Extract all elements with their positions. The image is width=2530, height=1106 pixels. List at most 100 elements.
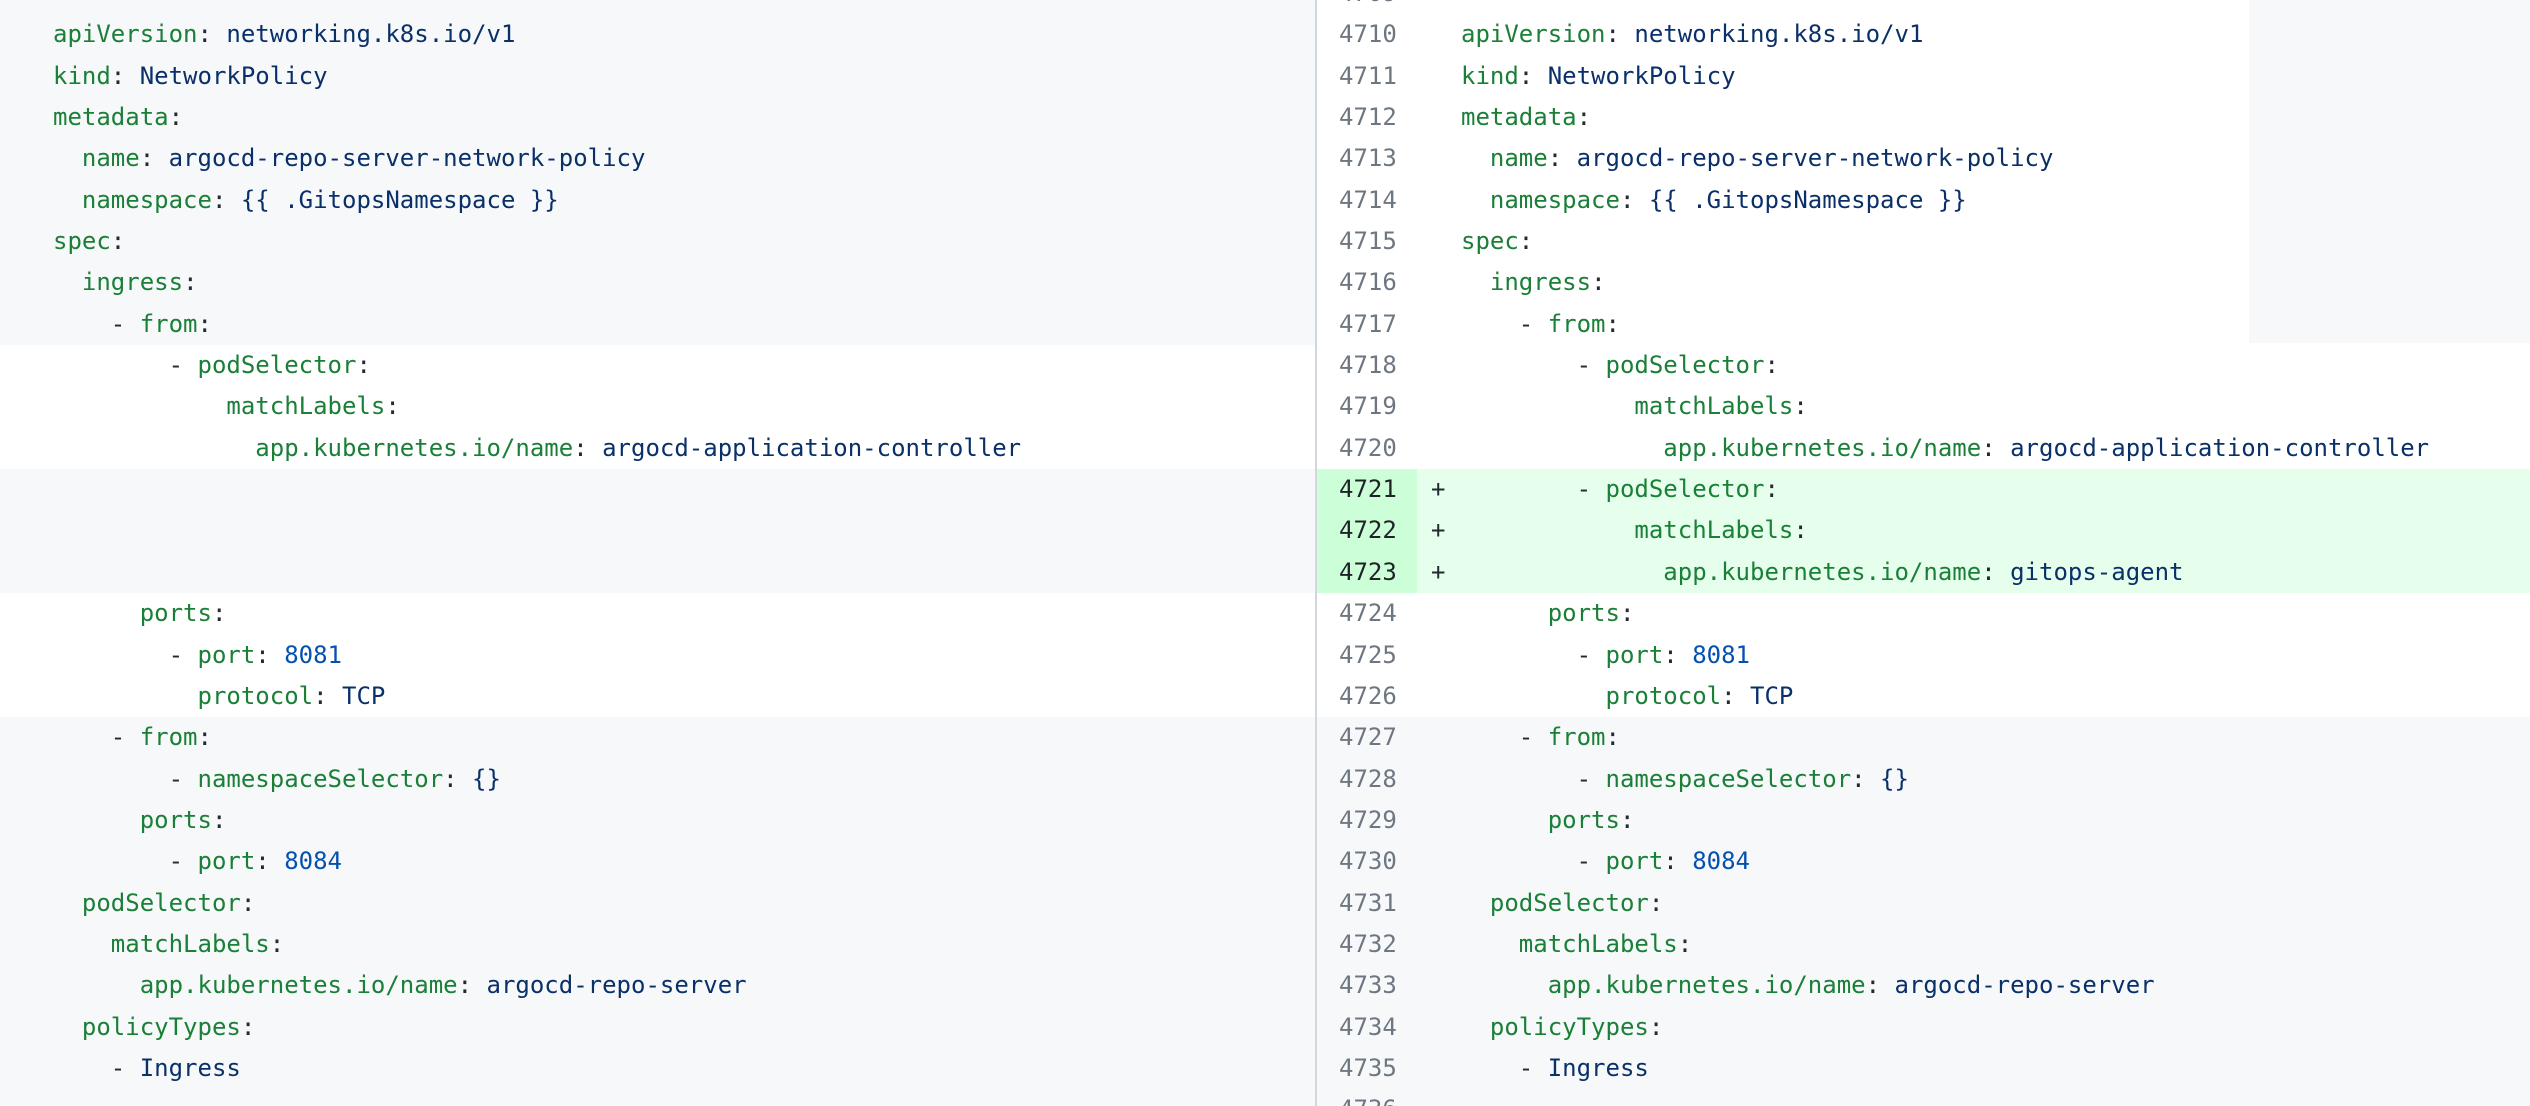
line-number[interactable]: 4733 (1317, 965, 1417, 1006)
token-str: argocd-application-controller (602, 434, 1021, 462)
line-number[interactable]: 4713 (1317, 138, 1417, 179)
code-line-text: namespace: {{ .GitopsNamespace }} (1461, 180, 1967, 221)
token-pln: : (1649, 1013, 1663, 1041)
code-line-text: ingress: (1461, 262, 1606, 303)
line-number[interactable]: 4710 (1317, 14, 1417, 55)
token-key: protocol (1606, 682, 1722, 710)
line-number[interactable]: 4732 (1317, 924, 1417, 965)
token-key: apiVersion (53, 20, 198, 48)
code-line-text: matchLabels: (0, 386, 400, 427)
code-line-text: - namespaceSelector: {} (0, 759, 501, 800)
line-marker (1417, 841, 1461, 882)
line-number[interactable]: 4709 (1317, 0, 1417, 14)
line-number[interactable]: 4717 (1317, 304, 1417, 345)
line-number[interactable]: 4722 (1317, 510, 1417, 551)
token-key: app.kubernetes.io/name (1663, 434, 1981, 462)
line-number[interactable]: 4711 (1317, 56, 1417, 97)
code-line-text: metadata: (1461, 97, 1591, 138)
token-key: ports (1548, 599, 1620, 627)
token-key: app.kubernetes.io/name (1548, 971, 1866, 999)
token-pln (53, 1013, 82, 1041)
token-pln: : (1678, 930, 1692, 958)
token-pln: : (1620, 186, 1649, 214)
line-number[interactable]: 4712 (1317, 97, 1417, 138)
code-line-text: - podSelector: (0, 345, 371, 386)
token-pln (1461, 392, 1634, 420)
line-marker (1417, 924, 1461, 965)
old-code-line: kind: NetworkPolicy (0, 56, 1315, 97)
new-code-line: 4726 protocol: TCP (1317, 676, 2530, 717)
line-number[interactable]: 4729 (1317, 800, 1417, 841)
new-code-line-added: 4721+ - podSelector: (1317, 469, 2530, 510)
line-number[interactable]: 4723 (1317, 552, 1417, 593)
old-code-line: protocol: TCP (0, 676, 1315, 717)
token-pln: : (255, 847, 284, 875)
line-number[interactable]: 4731 (1317, 883, 1417, 924)
token-pln (1461, 971, 1548, 999)
token-str: gitops-agent (2010, 558, 2183, 586)
line-marker (1417, 97, 1461, 138)
code-line-text: metadata: (0, 97, 183, 138)
token-str: TCP (342, 682, 385, 710)
line-marker (1417, 0, 1461, 14)
token-pln: : (356, 351, 370, 379)
token-pln (1461, 1013, 1490, 1041)
line-number[interactable]: 4721 (1317, 469, 1417, 510)
line-number[interactable]: 4730 (1317, 841, 1417, 882)
line-number[interactable]: 4715 (1317, 221, 1417, 262)
alignment-placeholder (0, 552, 1315, 593)
token-str: argocd-repo-server-network-policy (1577, 144, 2054, 172)
token-key: from (140, 723, 198, 751)
token-pln: : (1721, 682, 1750, 710)
line-number[interactable]: 4718 (1317, 345, 1417, 386)
line-number[interactable]: 4716 (1317, 262, 1417, 303)
old-code-line: spec: (0, 221, 1315, 262)
line-number[interactable]: 4727 (1317, 717, 1417, 758)
token-pln: - (53, 847, 198, 875)
new-code-line: 4735 - Ingress (1317, 1048, 2530, 1089)
code-line-text: namespace: {{ .GitopsNamespace }} (0, 180, 559, 221)
line-number[interactable]: 4724 (1317, 593, 1417, 634)
line-number[interactable]: 4720 (1317, 428, 1417, 469)
line-number[interactable]: 4728 (1317, 759, 1417, 800)
line-marker (1417, 386, 1461, 427)
token-pln: : (1606, 20, 1635, 48)
line-number[interactable]: 4736 (1317, 1089, 1417, 1106)
line-number[interactable]: 4726 (1317, 676, 1417, 717)
line-number[interactable]: 4734 (1317, 1007, 1417, 1048)
token-pln (1461, 558, 1663, 586)
code-line-text: --- (0, 0, 96, 14)
new-code-line: 4729 ports: (1317, 800, 2530, 841)
token-pln: : (1519, 62, 1548, 90)
token-pln: : (1649, 889, 1663, 917)
token-key: from (1548, 310, 1606, 338)
token-key: spec (53, 227, 111, 255)
new-code-line: 4731 podSelector: (1317, 883, 2530, 924)
line-marker (1417, 965, 1461, 1006)
code-line-text: policyTypes: (0, 1007, 255, 1048)
token-str: NetworkPolicy (140, 62, 328, 90)
line-number[interactable]: 4725 (1317, 635, 1417, 676)
token-key: namespaceSelector (1606, 765, 1852, 793)
line-number[interactable]: 4719 (1317, 386, 1417, 427)
token-pln (53, 806, 140, 834)
token-pln: - (1461, 1054, 1548, 1082)
token-key: from (1548, 723, 1606, 751)
token-key: app.kubernetes.io/name (255, 434, 573, 462)
old-code-line: matchLabels: (0, 924, 1315, 965)
line-marker (1417, 593, 1461, 634)
old-code-line: - namespaceSelector: {} (0, 759, 1315, 800)
token-str: networking.k8s.io/v1 (226, 20, 515, 48)
token-str: {{ .GitopsNamespace }} (241, 186, 559, 214)
token-pln: : (1793, 392, 1807, 420)
token-str: {} (472, 765, 501, 793)
token-str: argocd-repo-server (1895, 971, 2155, 999)
token-pln: : (270, 930, 284, 958)
code-line-text: podSelector: (1461, 883, 1663, 924)
token-pln: : (573, 434, 602, 462)
token-pln (1461, 889, 1490, 917)
line-number[interactable]: 4714 (1317, 180, 1417, 221)
token-pln: : (1591, 268, 1605, 296)
token-pln: - (1461, 847, 1606, 875)
line-number[interactable]: 4735 (1317, 1048, 1417, 1089)
